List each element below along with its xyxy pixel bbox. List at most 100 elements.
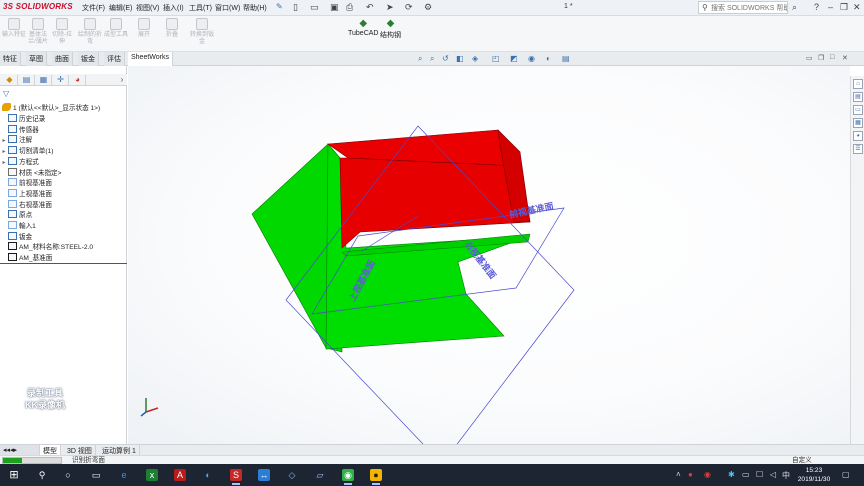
menu-help[interactable]: 帮助(H) xyxy=(243,3,267,13)
tree-item[interactable]: 輸入1 xyxy=(0,221,36,231)
structure-steel-button[interactable]: ◆ 结构钢 xyxy=(380,18,401,40)
network-tool-icon[interactable]: ◇ xyxy=(286,469,298,481)
graphics-area[interactable]: 上视基准面 右视基准面 前视基准面 xyxy=(128,66,850,444)
home-icon[interactable]: ⌂ xyxy=(853,79,863,89)
menu-tools[interactable]: 工具(T) xyxy=(189,3,212,13)
tray-up-icon[interactable]: ˄ xyxy=(676,470,681,479)
search-input[interactable] xyxy=(711,3,787,13)
select-icon[interactable]: ➤ xyxy=(386,2,394,13)
display-style-icon[interactable]: ◩ xyxy=(510,54,518,63)
question-icon[interactable]: ? xyxy=(814,2,819,12)
acrobat-icon[interactable]: A xyxy=(174,469,186,481)
tubecad-button[interactable]: ◆ TubeCAD xyxy=(348,18,378,37)
tree-item[interactable]: 右视基准面 xyxy=(0,199,52,210)
ribbon-tool-convert[interactable]: 转换到钣金 xyxy=(190,18,214,50)
tree-expand-toggle[interactable]: ▸ xyxy=(0,158,8,168)
display-manager-tab-icon[interactable]: ◕ xyxy=(70,75,86,85)
resources-icon[interactable]: ▤ xyxy=(853,92,863,102)
ribbon-tool-extrude-cut[interactable]: 切除-拉伸 xyxy=(50,18,74,50)
configuration-tab-icon[interactable]: ▦ xyxy=(36,75,52,85)
tree-item[interactable]: 钣金 xyxy=(0,231,32,242)
appearances-icon[interactable]: ◕ xyxy=(853,131,863,141)
tree-item[interactable]: 历史记录 xyxy=(0,114,45,124)
windows-start-icon[interactable]: ⊞ xyxy=(8,469,20,481)
doc-minimize-icon[interactable]: ▭ xyxy=(806,54,813,62)
model-view[interactable]: 上视基准面 右视基准面 前视基准面 xyxy=(128,66,850,444)
dimxpert-tab-icon[interactable]: ✛ xyxy=(53,75,69,85)
print-icon[interactable]: ⎙ xyxy=(346,2,353,13)
tree-item[interactable]: 原点 xyxy=(0,210,32,220)
search-taskbar-icon[interactable]: ⚲ xyxy=(36,469,48,481)
tree-item[interactable]: ▸ 方程式 xyxy=(0,156,39,168)
ribbon-tool-import-feature[interactable]: 输入特征 xyxy=(2,18,26,50)
feature-tree-tab-icon[interactable]: ◆ xyxy=(2,75,18,85)
section-view-icon[interactable]: ◧ xyxy=(456,54,464,63)
close-icon[interactable]: ✕ xyxy=(853,2,861,13)
tree-item[interactable]: AM_材料名称:STEEL-2.0 xyxy=(0,242,93,252)
menu-view[interactable]: 视图(V) xyxy=(136,3,159,13)
kk-recorder-icon[interactable]: ● xyxy=(370,469,382,485)
autodesk-icon[interactable]: ◐ xyxy=(202,469,214,481)
volume-icon[interactable]: ◁ xyxy=(770,470,776,479)
save-icon[interactable]: ▣ xyxy=(330,2,339,13)
tab-sheetworks[interactable]: SheetWorks xyxy=(128,52,173,66)
search-icon[interactable]: ⌕ xyxy=(792,2,797,13)
network-icon[interactable]: ☐ xyxy=(756,470,763,479)
tree-expand-toggle[interactable]: ▸ xyxy=(0,147,8,157)
new-document-icon[interactable]: ▯ xyxy=(293,2,298,13)
tree-item[interactable]: ▸ 切割清单(1) xyxy=(0,146,53,156)
view-palette-icon[interactable]: ▦ xyxy=(853,118,863,128)
tree-root[interactable]: 1 (默认<<默认>_显示状态 1>) xyxy=(0,103,100,113)
help-search[interactable]: ⚲ xyxy=(698,1,788,14)
file-explorer-icon[interactable]: ▭ xyxy=(853,105,863,115)
tab-sheetmetal[interactable]: 钣金 xyxy=(78,52,99,66)
scene-icon[interactable]: ▤ xyxy=(562,54,570,63)
ribbon-tool-unfold[interactable]: 展开 xyxy=(132,18,156,50)
open-icon[interactable]: ▭ xyxy=(310,2,319,13)
notes-icon[interactable]: ▱ xyxy=(314,469,326,481)
filter-icon[interactable]: ▽ xyxy=(3,89,9,98)
edge-browser-icon[interactable]: e xyxy=(118,469,130,481)
pin-icon[interactable]: ✎ xyxy=(276,2,283,11)
dynamic-annotation-icon[interactable]: ◈ xyxy=(472,54,478,63)
tree-item[interactable]: 前视基准面 xyxy=(0,178,52,188)
rollback-bar[interactable] xyxy=(0,263,127,264)
view-orientation-icon[interactable]: ◰ xyxy=(492,54,500,63)
cortana-icon[interactable]: ○ xyxy=(62,469,74,481)
menu-window[interactable]: 窗口(W) xyxy=(215,3,240,13)
ribbon-tool-sketched-bend[interactable]: 绘制的折弯 xyxy=(78,18,102,50)
zoom-fit-icon[interactable]: ⌕ xyxy=(418,54,422,64)
tab-surface[interactable]: 曲面 xyxy=(52,52,73,66)
task-view-icon[interactable]: ▭ xyxy=(90,469,102,481)
zoom-area-icon[interactable]: ⌕ xyxy=(430,54,434,64)
excel-icon[interactable]: x xyxy=(146,469,158,481)
minimize-icon[interactable]: – xyxy=(828,2,833,12)
custom-properties-icon[interactable]: ☰ xyxy=(853,144,863,154)
tab-features[interactable]: 特征 xyxy=(0,52,21,66)
wechat-icon[interactable]: ◉ xyxy=(342,469,354,485)
notifications-icon[interactable]: ▢ xyxy=(842,470,850,479)
clock[interactable]: 15:23 2019/11/30 xyxy=(794,466,834,484)
teamviewer-icon[interactable]: ↔ xyxy=(258,469,270,481)
rebuild-icon[interactable]: ⟳ xyxy=(405,2,413,13)
doc-restore-icon[interactable]: ❐ xyxy=(818,54,824,62)
appearance-icon[interactable]: ◐ xyxy=(546,54,551,63)
solidworks-taskbar-icon[interactable]: S xyxy=(230,469,242,485)
tab-evaluate[interactable]: 评估 xyxy=(104,52,125,66)
menu-file[interactable]: 文件(F) xyxy=(82,3,105,13)
ime-indicator[interactable]: 中 xyxy=(782,470,790,481)
doc-close-icon[interactable]: ✕ xyxy=(842,54,848,62)
tree-item[interactable]: AM_基准面 xyxy=(0,253,52,263)
ribbon-tool-fold[interactable]: 折叠 xyxy=(160,18,184,50)
tree-item[interactable]: ▸ 注解 xyxy=(0,135,32,145)
tree-expand-toggle[interactable]: ▸ xyxy=(0,136,8,146)
hide-show-icon[interactable]: ◉ xyxy=(528,54,535,63)
tab-sketch[interactable]: 草图 xyxy=(26,52,47,66)
menu-insert[interactable]: 插入(I) xyxy=(163,3,184,13)
solidworks-logo[interactable]: 3S SOLIDWORKS xyxy=(3,2,73,14)
options-gear-icon[interactable]: ⚙ xyxy=(424,2,432,13)
battery-icon[interactable]: ▭ xyxy=(742,470,750,479)
ribbon-tool-base-flange[interactable]: 基体法兰/薄片 xyxy=(26,18,50,50)
restore-icon[interactable]: ❐ xyxy=(840,2,848,13)
property-manager-tab-icon[interactable]: ▤ xyxy=(19,75,35,85)
